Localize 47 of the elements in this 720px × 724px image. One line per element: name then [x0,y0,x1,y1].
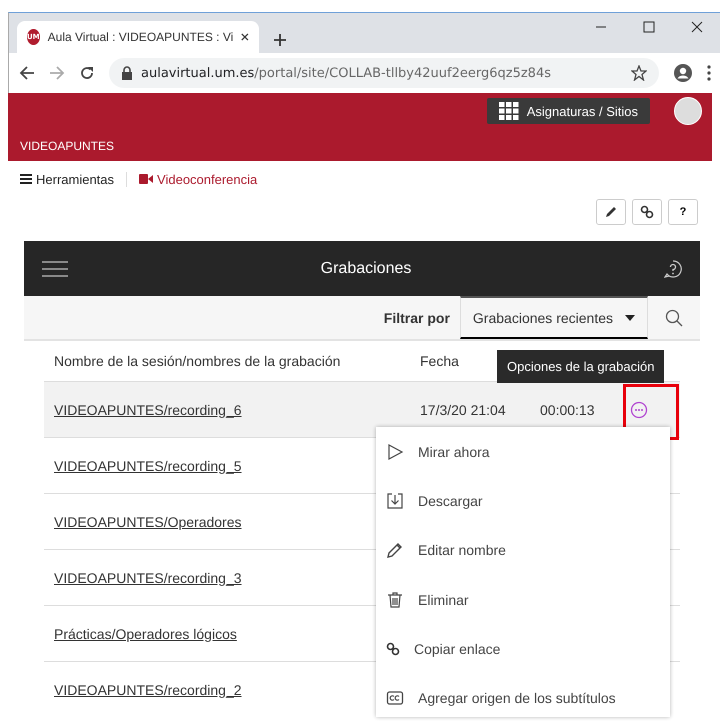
menu-icon[interactable] [707,65,711,81]
filter-label: Filtrar por [384,310,451,326]
trash-icon [386,590,404,609]
video-camera-icon [139,174,154,184]
link-button[interactable] [632,199,662,225]
menu-icon[interactable] [42,260,68,276]
tab-title: Aula Virtual : VIDEOAPUNTES : Vi [48,30,234,44]
duration-cell-text: 00:00:13 [540,402,596,418]
help-icon[interactable] [664,260,682,278]
column-header: Nombre de la sesión/nombres de la grabación [53,353,342,369]
sites-button[interactable]: Asignaturas / Sitios [486,98,650,124]
star-icon[interactable] [631,65,647,81]
help-button[interactable]: ? [668,199,698,225]
recording-link[interactable]: VIDEOAPUNTES/recording_6 [44,402,420,418]
close-icon[interactable] [241,32,249,42]
lock-icon [121,66,133,80]
tooltip: Opciones de la grabación [497,350,664,383]
search-icon[interactable] [665,308,683,326]
new-tab-icon[interactable] [273,33,287,47]
reload-icon[interactable] [79,65,95,81]
back-arrow-icon[interactable] [19,65,35,81]
caret-icon [625,314,635,320]
panel-title: Grabaciones [320,260,412,278]
link-icon [640,205,654,219]
download-icon [386,492,404,510]
site-title: VIDEOAPUNTES [19,138,116,153]
more-options-icon[interactable] [630,400,648,418]
pencil-icon [386,541,404,560]
menu-icon [20,174,32,184]
grid-icon [498,102,519,120]
maximize-icon[interactable] [643,21,655,33]
close-icon[interactable] [691,21,703,33]
nav-link[interactable]: Herramientas [20,172,126,186]
captions-icon [386,689,404,708]
filter-dropdown[interactable]: Grabaciones recientes [460,296,648,339]
url-text: aulavirtual.um.es/portal/site/COLLAB-tllby42uuf2eerg6qz5z84s [141,66,551,80]
play-icon [386,442,404,461]
profile-icon[interactable] [673,63,693,83]
edit-button[interactable] [596,199,626,225]
nav-link[interactable]: Videoconferencia [126,172,270,186]
pencil-icon [604,205,618,219]
link-icon [386,642,400,656]
address-bar[interactable]: aulavirtual.um.es/portal/site/COLLAB-tllby42uuf2eerg6qz5z84s [109,58,659,88]
date-cell-text: 17/3/20 21:04 [420,402,507,418]
column-header: Fecha [420,353,459,369]
user-avatar[interactable] [674,97,702,125]
menu-item[interactable]: Agregar origen de los subtítulos [376,673,670,717]
